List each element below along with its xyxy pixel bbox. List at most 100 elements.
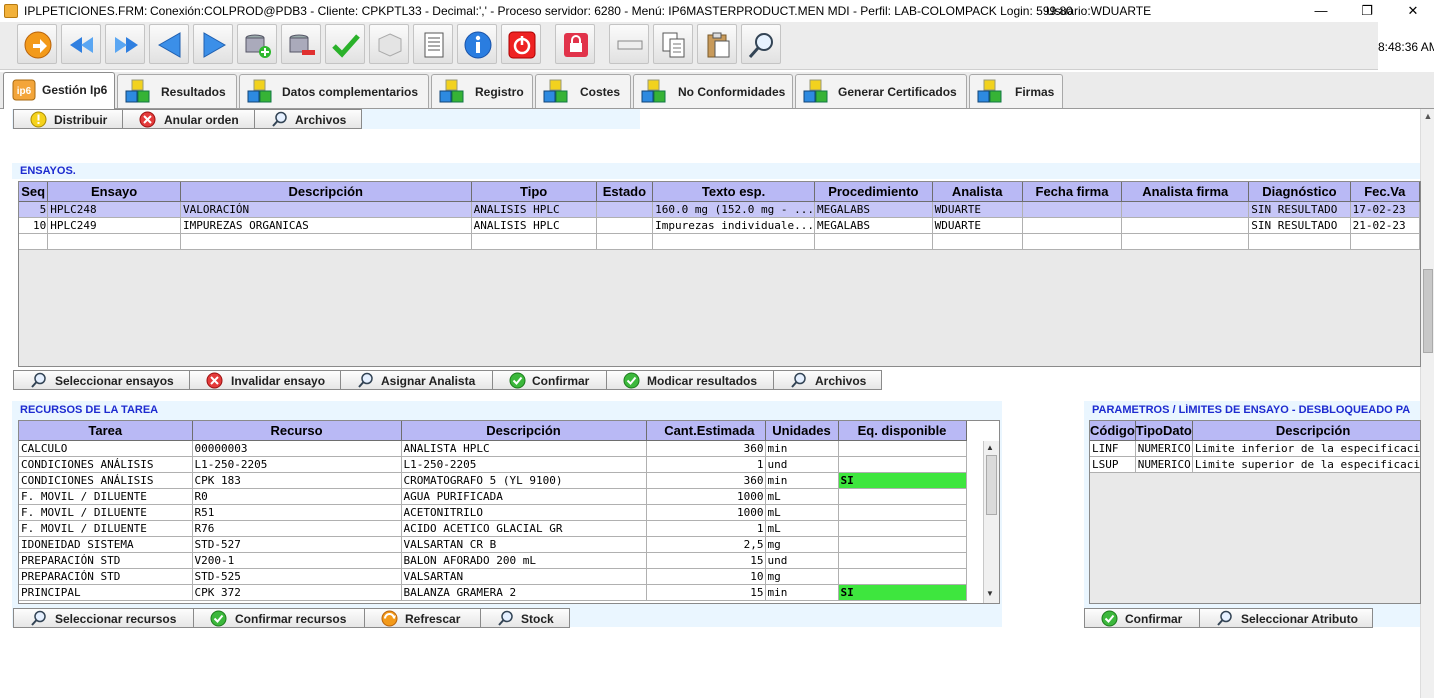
table-cell[interactable] [838,520,967,537]
column-header[interactable]: Ensayo [47,182,181,202]
table-row[interactable]: LINF NUMERICO Limite inferior de la especi… [1090,440,1420,457]
seleccionar-atributo-button[interactable]: Seleccionar Atributo [1199,608,1373,628]
scroll-thumb[interactable] [1423,269,1433,353]
table-cell[interactable]: und [765,552,839,569]
table-cell[interactable]: 21-02-23 [1350,217,1420,234]
table-cell[interactable]: 360 [646,472,766,489]
table-cell[interactable]: 10 [646,568,766,585]
table-cell[interactable]: mg [765,568,839,585]
accept-button[interactable] [325,24,365,64]
maximize-button[interactable]: ❐ [1344,0,1390,22]
column-header[interactable]: Tipo [471,182,597,202]
table-cell[interactable]: 1 [646,456,766,473]
minimize-button[interactable]: — [1298,0,1344,22]
bar-button[interactable] [609,24,649,64]
column-header[interactable]: Analista firma [1121,182,1250,202]
column-header[interactable]: Descripción [1192,421,1420,441]
table-cell[interactable]: 15 [646,552,766,569]
table-cell[interactable]: CPK 183 [192,472,402,489]
column-header[interactable]: Cant.Estimada [646,421,766,441]
table-cell[interactable]: min [765,472,839,489]
table-row[interactable]: LSUP NUMERICO Limite superior de la especi… [1090,456,1420,473]
table-row-empty[interactable] [19,233,1420,250]
column-header[interactable]: Unidades [765,421,839,441]
table-cell[interactable]: 1000 [646,488,766,505]
table-cell[interactable] [471,233,597,250]
scroll-up-icon[interactable]: ▲ [1422,111,1434,123]
table-cell[interactable]: AGUA PURIFICADA [401,488,647,505]
table-cell[interactable] [1121,201,1250,218]
table-cell[interactable] [1121,233,1250,250]
table-cell[interactable]: CALCULO [19,440,193,457]
table-cell[interactable]: PREPARACIÓN STD [19,552,193,569]
table-cell[interactable]: V200-1 [192,552,402,569]
archivos-top-button[interactable]: Archivos [254,109,362,129]
table-cell[interactable] [1022,201,1123,218]
availability-cell[interactable]: SI [838,584,967,601]
table-cell[interactable]: F. MOVIL / DILUENTE [19,520,193,537]
table-cell[interactable]: 17-02-23 [1350,201,1420,218]
power-button[interactable] [501,24,541,64]
tab-resultados[interactable]: Resultados [117,74,237,108]
table-row[interactable]: F. MOVIL / DILUENTE R76 ACIDO ACETICO GLAC… [19,520,967,537]
table-cell[interactable]: 15 [646,584,766,601]
table-cell[interactable] [838,488,967,505]
distribuir-button[interactable]: Distribuir [13,109,123,129]
table-cell[interactable]: PREPARACIÓN STD [19,568,193,585]
table-cell[interactable]: IDONEIDAD SISTEMA [19,536,193,553]
table-cell[interactable]: und [765,456,839,473]
table-cell[interactable]: mL [765,488,839,505]
exit-button[interactable] [17,24,57,64]
table-cell[interactable]: 10 [19,217,49,234]
info-button[interactable] [457,24,497,64]
table-cell[interactable]: SIN RESULTADO [1248,217,1351,234]
forward-button[interactable] [193,24,233,64]
table-cell[interactable]: NUMERICO [1135,440,1193,457]
table-cell[interactable]: WDUARTE [932,217,1023,234]
table-cell[interactable]: VALSARTAN CR B [401,536,647,553]
table-row[interactable]: PREPARACIÓN STD V200-1 BALON AFORADO 200 m… [19,552,967,569]
tab-datos-complementarios[interactable]: Datos complementarios [239,74,429,108]
table-cell[interactable]: ANALISIS HPLC [471,217,597,234]
table-cell[interactable]: CONDICIONES ANÁLISIS [19,456,193,473]
table-cell[interactable] [596,233,654,250]
table-cell[interactable]: CONDICIONES ANÁLISIS [19,472,193,489]
column-header[interactable]: Fec.Va [1350,182,1420,202]
table-cell[interactable]: SIN RESULTADO [1248,201,1351,218]
asignar-analista-button[interactable]: Asignar Analista [340,370,493,390]
table-cell[interactable]: F. MOVIL / DILUENTE [19,488,193,505]
table-cell[interactable] [652,233,816,250]
table-cell[interactable]: R51 [192,504,402,521]
table-cell[interactable]: ANALISTA HPLC [401,440,647,457]
stock-button[interactable]: Stock [480,608,570,628]
table-cell[interactable] [19,233,49,250]
availability-cell[interactable]: SI [838,472,967,489]
column-header[interactable]: Descripción [180,182,472,202]
table-cell[interactable]: L1-250-2205 [192,456,402,473]
table-cell[interactable]: mL [765,520,839,537]
ensayos-grid[interactable]: Seq Ensayo Descripción Tipo Estado Texto… [18,181,1421,367]
print-button[interactable] [413,24,453,64]
table-cell[interactable] [932,233,1023,250]
table-cell[interactable]: VALORACIÓN [180,201,472,218]
table-cell[interactable]: NUMERICO [1135,456,1193,473]
table-cell[interactable] [596,201,654,218]
table-cell[interactable]: R76 [192,520,402,537]
table-cell[interactable]: mg [765,536,839,553]
modificar-resultados-button[interactable]: Modicar resultados [606,370,774,390]
column-header[interactable]: Estado [596,182,654,202]
cube-button[interactable] [369,24,409,64]
column-header[interactable]: Seq [19,182,49,202]
recursos-grid[interactable]: Tarea Recurso Descripción Cant.Estimada … [18,420,1000,604]
table-cell[interactable] [1022,233,1123,250]
table-cell[interactable]: BALANZA GRAMERA 2 [401,584,647,601]
table-cell[interactable]: min [765,440,839,457]
back-button[interactable] [149,24,189,64]
table-cell[interactable] [1350,233,1420,250]
previous-button[interactable] [105,24,145,64]
add-record-button[interactable] [237,24,277,64]
table-cell[interactable]: VALSARTAN [401,568,647,585]
scroll-thumb[interactable] [986,455,997,515]
column-header[interactable]: Eq. disponible [838,421,967,441]
table-row[interactable]: F. MOVIL / DILUENTE R0 AGUA PURIFICADA 1000… [19,488,967,505]
